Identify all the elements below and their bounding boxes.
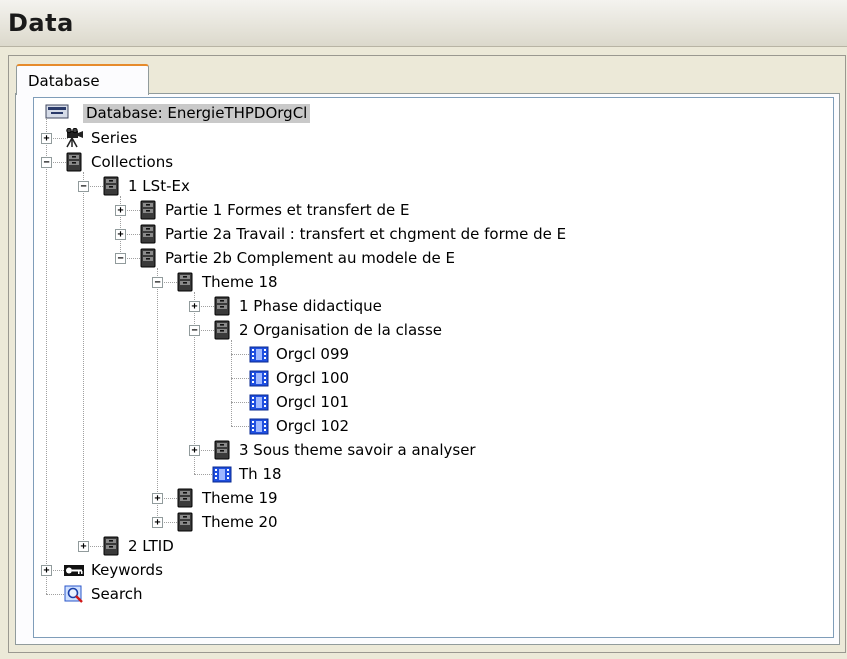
tab-label: Database <box>28 72 100 90</box>
collection-cabinet-icon <box>214 296 230 316</box>
series-camera-icon <box>66 128 83 148</box>
video-film-icon <box>249 394 269 411</box>
tree-item-label[interactable]: Search <box>91 585 143 604</box>
collection-cabinet-icon <box>214 440 230 460</box>
tree-item-label[interactable]: Theme 19 <box>202 489 278 508</box>
expand-toggle[interactable]: + <box>41 133 52 144</box>
tree-item-label[interactable]: Collections <box>91 153 173 172</box>
video-film-icon <box>249 418 269 435</box>
tree-item-label[interactable]: 2 Organisation de la classe <box>239 321 442 340</box>
tree-item-label[interactable]: 2 LTID <box>128 537 174 556</box>
collection-cabinet-icon <box>177 512 193 532</box>
tree-item-label[interactable]: 3 Sous theme savoir a analyser <box>239 441 476 460</box>
panel-title: Data <box>8 9 74 37</box>
expand-toggle[interactable]: + <box>41 565 52 576</box>
expand-toggle[interactable]: + <box>189 445 200 456</box>
collection-cabinet-icon <box>177 488 193 508</box>
data-panel: Data Database Database: EnergieTHPDOrgCl… <box>0 0 847 659</box>
tree-connector <box>157 268 158 522</box>
collapse-toggle[interactable]: − <box>115 253 126 264</box>
video-film-icon <box>249 370 269 387</box>
tree-item-label[interactable]: 1 LSt-Ex <box>128 177 190 196</box>
keywords-icon <box>64 565 84 576</box>
tab-database[interactable]: Database <box>16 64 149 95</box>
expand-toggle[interactable]: + <box>189 301 200 312</box>
tree-item-label[interactable]: Th 18 <box>239 465 282 484</box>
video-film-icon <box>212 466 232 483</box>
collection-cabinet-icon <box>103 536 119 556</box>
tree-root-label[interactable]: Database: EnergieTHPDOrgCl <box>83 104 311 123</box>
panel-header: Data <box>0 0 847 47</box>
tree-item-label[interactable]: Partie 2a Travail : transfert et chgment… <box>165 225 566 244</box>
collection-cabinet-icon <box>140 200 156 220</box>
tree-item-label[interactable]: Theme 20 <box>202 513 278 532</box>
collapse-toggle[interactable]: − <box>152 277 163 288</box>
tree-container: Database: EnergieTHPDOrgCl + Series − Colle… <box>34 98 833 637</box>
tree-connector <box>231 340 232 426</box>
collection-cabinet-icon <box>177 272 193 292</box>
tree-item-label[interactable]: 1 Phase didactique <box>239 297 382 316</box>
collection-cabinet-icon <box>140 224 156 244</box>
tree-item-label[interactable]: Theme 18 <box>202 273 278 292</box>
expand-toggle[interactable]: + <box>115 229 126 240</box>
tree-item-label[interactable]: Series <box>91 129 137 148</box>
tree-item-label[interactable]: Partie 2b Complement au modele de E <box>165 249 455 268</box>
expand-toggle[interactable]: + <box>115 205 126 216</box>
tree-item-label[interactable]: Partie 1 Formes et transfert de E <box>165 201 409 220</box>
tree-item-label[interactable]: Orgcl 101 <box>276 393 349 412</box>
collapse-toggle[interactable]: − <box>78 181 89 192</box>
tree-item-label[interactable]: Orgcl 099 <box>276 345 349 364</box>
collapse-toggle[interactable]: − <box>189 325 200 336</box>
collection-cabinet-icon <box>66 152 82 172</box>
expand-toggle[interactable]: + <box>152 493 163 504</box>
tree-connector <box>46 118 47 594</box>
expand-toggle[interactable]: + <box>78 541 89 552</box>
tree-item-label[interactable]: Keywords <box>91 561 163 580</box>
collection-cabinet-icon <box>214 320 230 340</box>
tree-item-label[interactable]: Orgcl 102 <box>276 417 349 436</box>
database-icon <box>45 104 69 119</box>
collapse-toggle[interactable]: − <box>41 157 52 168</box>
tree-view[interactable]: Database: EnergieTHPDOrgCl + Series − Colle… <box>33 97 834 638</box>
tree-connector <box>83 172 84 546</box>
expand-toggle[interactable]: + <box>152 517 163 528</box>
video-film-icon <box>249 346 269 363</box>
tree-item-label[interactable]: Orgcl 100 <box>276 369 349 388</box>
collection-cabinet-icon <box>140 248 156 268</box>
search-magnifier-icon <box>64 585 83 603</box>
collection-cabinet-icon <box>103 176 119 196</box>
